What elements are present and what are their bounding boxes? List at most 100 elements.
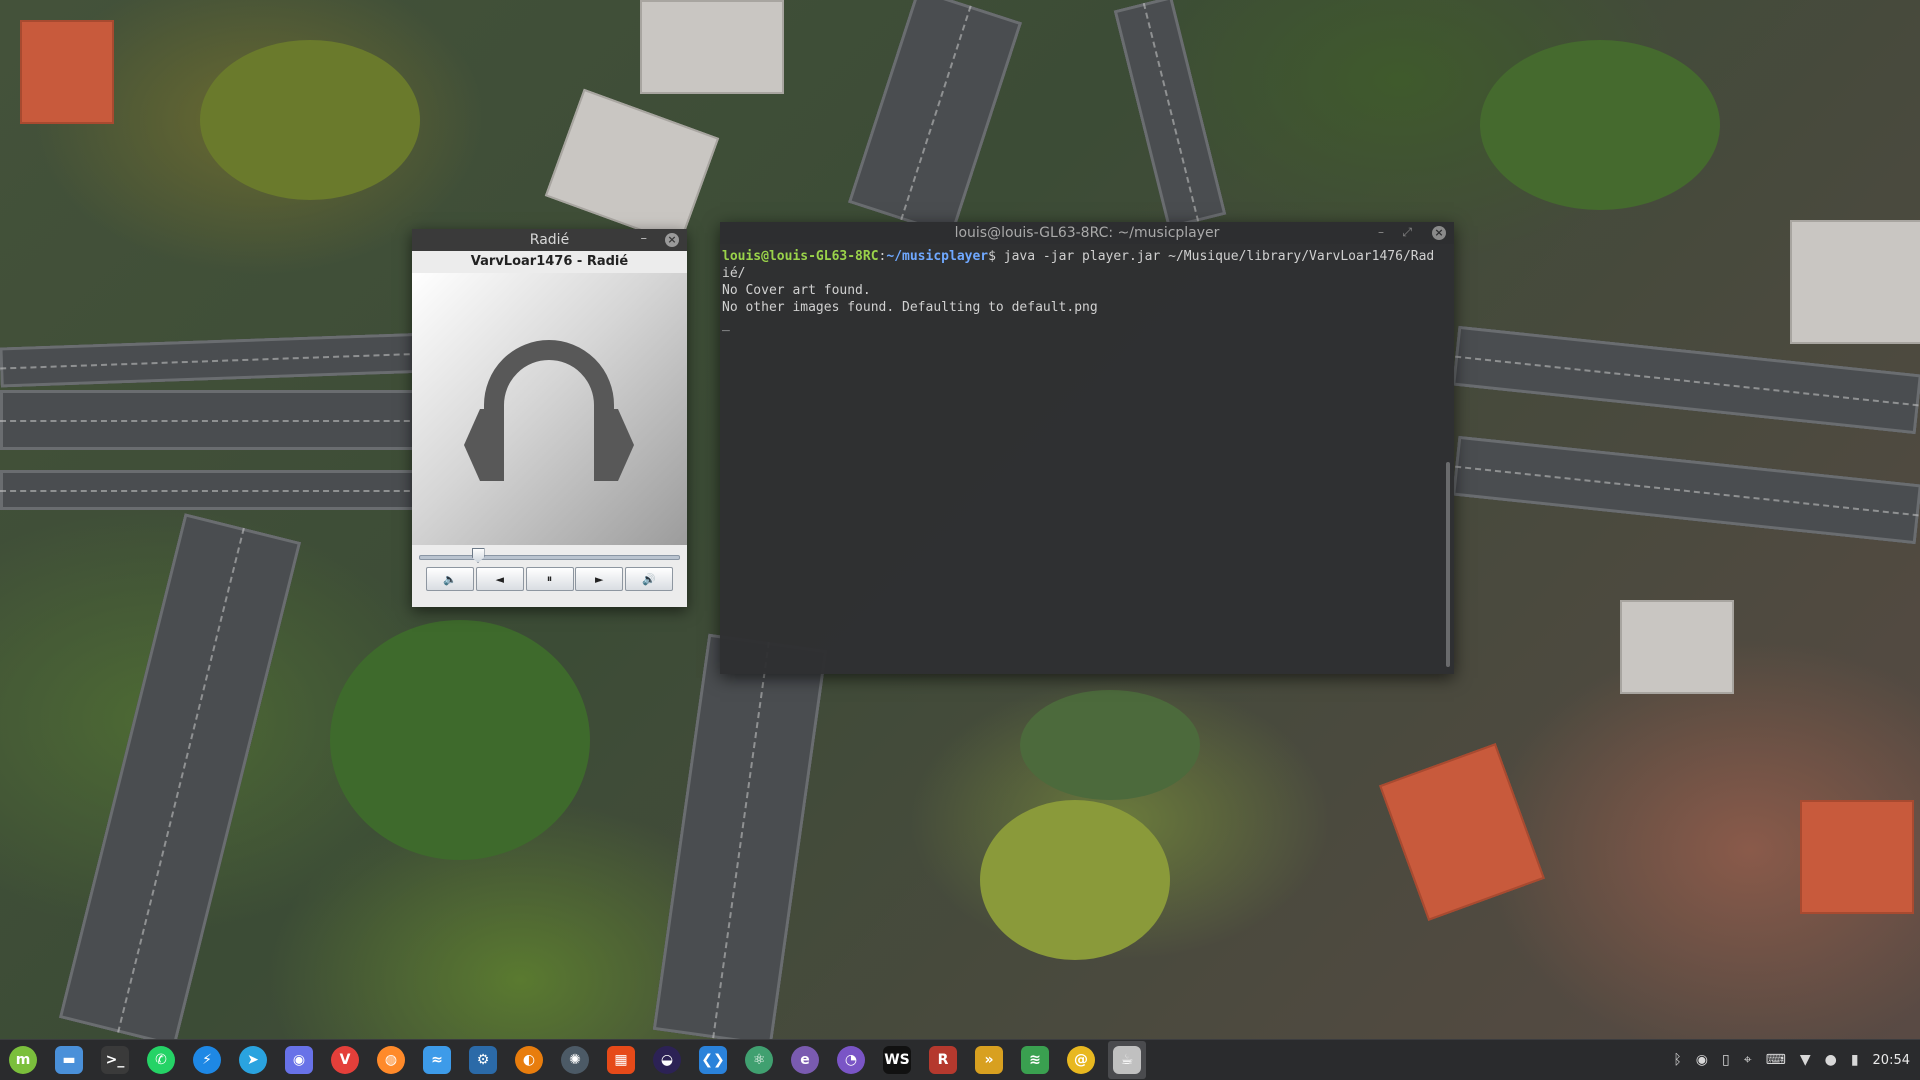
vivaldi-icon: V xyxy=(331,1046,359,1074)
vscode-icon: ❮❯ xyxy=(699,1046,727,1074)
taskbar-arrow-app[interactable]: » xyxy=(970,1041,1008,1079)
taskbar-github-desktop[interactable]: ◔ xyxy=(832,1041,870,1079)
taskbar-steam[interactable]: ⚙ xyxy=(464,1041,502,1079)
dolphin-icon: ≈ xyxy=(423,1046,451,1074)
taskbar-music-player[interactable]: ☕ xyxy=(1108,1041,1146,1079)
discord-icon: ◉ xyxy=(285,1046,313,1074)
next-button[interactable]: ► xyxy=(575,567,624,591)
close-button[interactable]: × xyxy=(665,233,679,247)
taskbar-vscode[interactable]: ❮❯ xyxy=(694,1041,732,1079)
taskbar-telegram[interactable]: ➤ xyxy=(234,1041,272,1079)
clock[interactable]: 20:54 xyxy=(1873,1053,1910,1068)
eclipse-icon: ◒ xyxy=(653,1046,681,1074)
taskbar-messenger[interactable]: ⚡ xyxy=(188,1041,226,1079)
wallpaper-road xyxy=(0,390,430,450)
keyboard-icon[interactable]: ⌨ xyxy=(1766,1052,1786,1068)
system-tray: ᛒ ◉ ▯ ⌖ ⌨ ▼ ● ▮ 20:54 xyxy=(1673,1040,1910,1080)
player-window-title: Radié xyxy=(529,232,570,248)
player-titlebar[interactable]: Radié – × xyxy=(412,229,687,251)
terminal-scrollbar[interactable] xyxy=(1446,462,1450,667)
taskbar-whatsapp[interactable]: ✆ xyxy=(142,1041,180,1079)
wallpaper-road xyxy=(0,470,430,510)
wifi-icon[interactable]: ▼ xyxy=(1800,1052,1811,1068)
wallpaper-road xyxy=(847,0,1023,237)
wallpaper-trees xyxy=(980,800,1170,960)
terminal-cursor: _ xyxy=(722,317,730,332)
taskbar-office[interactable]: ▦ xyxy=(602,1041,640,1079)
pause-icon: ⏸ xyxy=(546,572,553,585)
taskbar-discord[interactable]: ◉ xyxy=(280,1041,318,1079)
prompt-user: louis@louis-GL63-8RC xyxy=(722,249,879,264)
output-line: No other images found. Defaulting to def… xyxy=(722,300,1098,315)
music-player-window[interactable]: Radié – × VarvLoar1476 - Radié 🔈 ◄ ⏸ ► 🔊 xyxy=(412,229,687,607)
taskbar-dolphin[interactable]: ≈ xyxy=(418,1041,456,1079)
messenger-icon: ⚡ xyxy=(193,1046,221,1074)
github-icon: ◔ xyxy=(837,1046,865,1074)
terminal-maximize-button[interactable]: ⤢ xyxy=(1402,225,1412,240)
seek-bar[interactable] xyxy=(412,545,687,567)
taskbar-emacs[interactable]: e xyxy=(786,1041,824,1079)
wallpaper-building xyxy=(1790,220,1920,344)
terminal-output[interactable]: louis@louis-GL63-8RC:~/musicplayer$ java… xyxy=(720,244,1442,333)
cover-art xyxy=(412,273,687,545)
taskbar-davinci-resolve[interactable]: ✺ xyxy=(556,1041,594,1079)
steam-icon: ⚙ xyxy=(469,1046,497,1074)
phone-icon[interactable]: ▯ xyxy=(1722,1052,1730,1068)
taskbar-apps: m ▬ >_ ✆ ⚡ ➤ ◉ V ◍ ≈ ⚙ ◐ ✺ ▦ ◒ ❮❯ ⚛ e ◔ WS R » ≋ @ ☕ xyxy=(0,1041,1154,1079)
battery-icon[interactable]: ▮ xyxy=(1851,1052,1859,1068)
seek-handle[interactable] xyxy=(471,548,485,563)
arrow-icon: » xyxy=(975,1046,1003,1074)
volume-down-button[interactable]: 🔈 xyxy=(426,567,474,591)
shield-icon[interactable]: ● xyxy=(1825,1052,1837,1068)
wallpaper-trees xyxy=(200,40,420,200)
discord-icon[interactable]: ◉ xyxy=(1696,1052,1708,1068)
speaker-low-icon: 🔈 xyxy=(443,572,457,586)
output-line: No Cover art found. xyxy=(722,283,871,298)
taskbar-rider[interactable]: R xyxy=(924,1041,962,1079)
taskbar: m ▬ >_ ✆ ⚡ ➤ ◉ V ◍ ≈ ⚙ ◐ ✺ ▦ ◒ ❮❯ ⚛ e ◔ WS R » ≋ @ ☕ ᛒ ◉ ▯ ⌖ ⌨ ▼ ● ▮ 20… xyxy=(0,1039,1920,1080)
wallpaper-building xyxy=(640,0,784,94)
wallpaper-road xyxy=(0,332,431,388)
rider-icon: R xyxy=(929,1046,957,1074)
wallpaper-trees xyxy=(1480,40,1720,210)
terminal-titlebar[interactable]: louis@louis-GL63-8RC: ~/musicplayer – ⤢ … xyxy=(720,222,1454,244)
firefox-icon: ◍ xyxy=(377,1046,405,1074)
terminal-close-button[interactable]: × xyxy=(1432,226,1446,240)
taskbar-vivaldi[interactable]: V xyxy=(326,1041,364,1079)
folder-icon: ▬ xyxy=(55,1046,83,1074)
webstorm-icon: WS xyxy=(883,1046,911,1074)
wallpaper-building xyxy=(1379,743,1545,921)
atom-icon: ⚛ xyxy=(745,1046,773,1074)
taskbar-eclipse[interactable]: ◒ xyxy=(648,1041,686,1079)
taskbar-blender[interactable]: ◐ xyxy=(510,1041,548,1079)
tray-icons: ᛒ ◉ ▯ ⌖ ⌨ ▼ ● ▮ xyxy=(1673,1052,1858,1068)
taskbar-webstorm[interactable]: WS xyxy=(878,1041,916,1079)
terminal-window-title: louis@louis-GL63-8RC: ~/musicplayer xyxy=(954,225,1220,241)
taskbar-layers-app[interactable]: ≋ xyxy=(1016,1041,1054,1079)
java-icon: ☕ xyxy=(1113,1046,1141,1074)
taskbar-spiral-app[interactable]: @ xyxy=(1062,1041,1100,1079)
davinci-resolve-icon: ✺ xyxy=(561,1046,589,1074)
wallpaper-building xyxy=(1620,600,1734,694)
pause-button[interactable]: ⏸ xyxy=(525,567,574,591)
blender-icon: ◐ xyxy=(515,1046,543,1074)
location-pin-icon[interactable]: ⌖ xyxy=(1744,1052,1752,1068)
wallpaper-building xyxy=(1800,800,1914,914)
taskbar-mint-menu[interactable]: m xyxy=(4,1041,42,1079)
terminal-minimize-button[interactable]: – xyxy=(1378,225,1384,239)
bluetooth-icon[interactable]: ᛒ xyxy=(1673,1052,1681,1068)
seek-rail[interactable] xyxy=(419,555,680,560)
taskbar-terminal[interactable]: >_ xyxy=(96,1041,134,1079)
previous-button[interactable]: ◄ xyxy=(475,567,524,591)
volume-up-button[interactable]: 🔊 xyxy=(625,567,673,591)
taskbar-files[interactable]: ▬ xyxy=(50,1041,88,1079)
wallpaper-trees xyxy=(330,620,590,860)
prompt-symbol: $ xyxy=(988,249,1004,264)
layers-icon: ≋ xyxy=(1021,1046,1049,1074)
taskbar-atom[interactable]: ⚛ xyxy=(740,1041,778,1079)
emacs-icon: e xyxy=(791,1046,819,1074)
wallpaper-road xyxy=(1113,0,1227,229)
terminal-window[interactable]: louis@louis-GL63-8RC: ~/musicplayer – ⤢ … xyxy=(720,222,1454,674)
taskbar-firefox[interactable]: ◍ xyxy=(372,1041,410,1079)
minimize-button[interactable]: – xyxy=(641,231,648,246)
